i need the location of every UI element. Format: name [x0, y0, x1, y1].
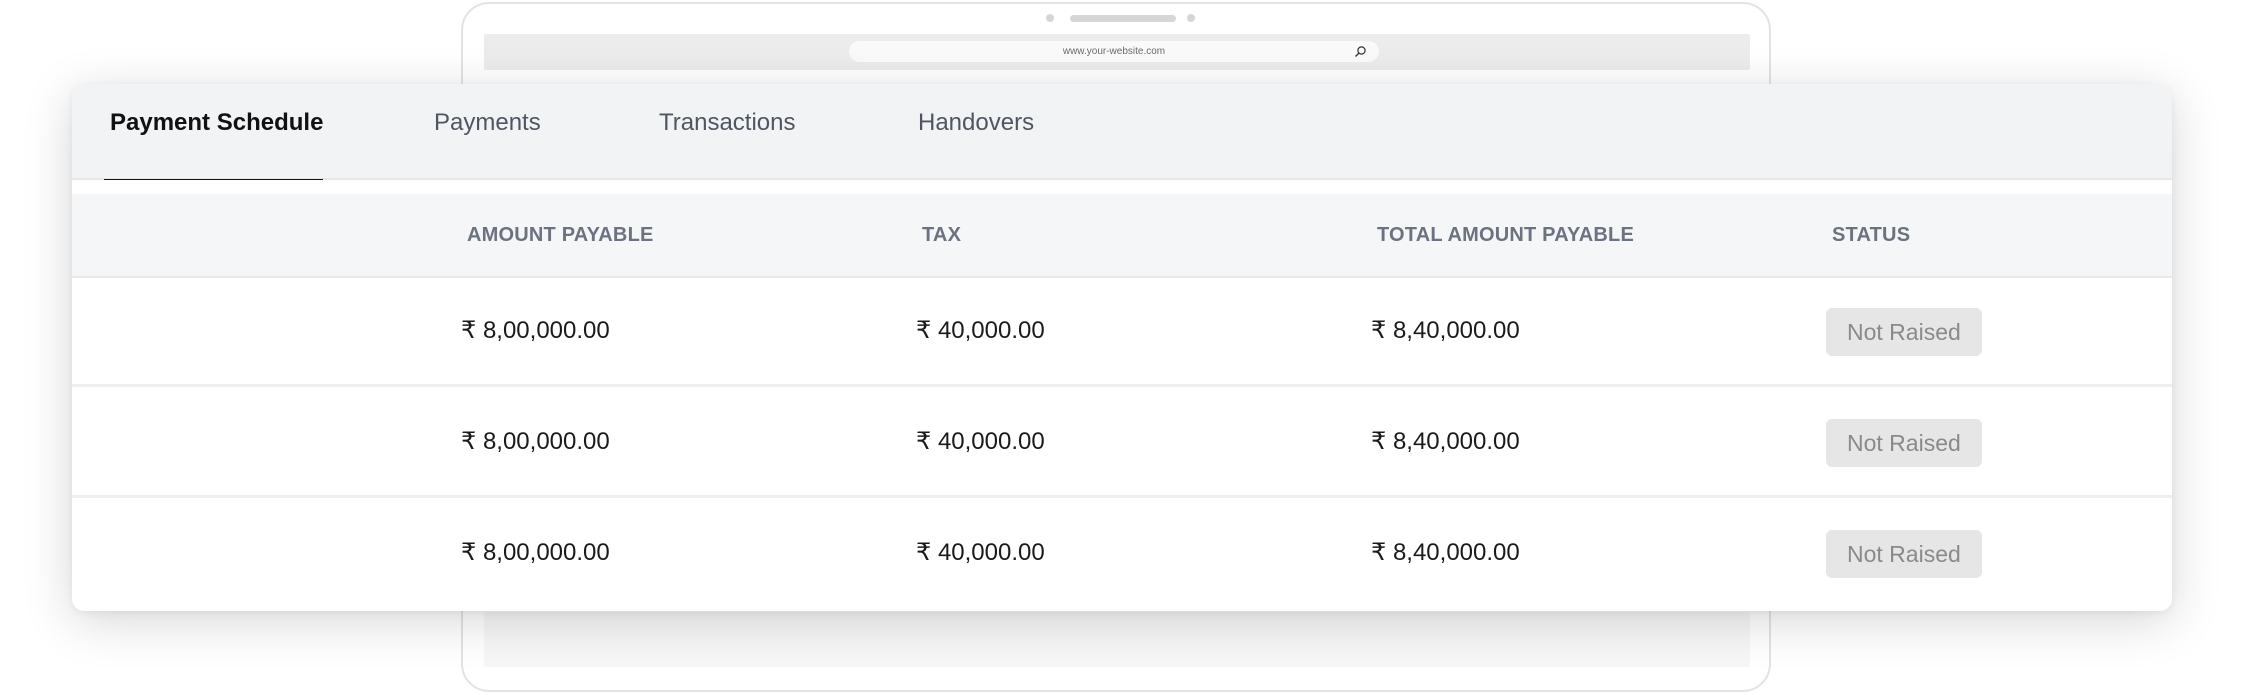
total-amount-cell: ₹ 8,40,000.00 [1371, 428, 1520, 455]
table-row: ₹ 8,00,000.00 ₹ 40,000.00 ₹ 8,40,000.00 … [72, 500, 2172, 609]
column-header-total-amount-payable: TOTAL AMOUNT PAYABLE [1377, 224, 1634, 246]
amount-payable-cell: ₹ 8,00,000.00 [461, 317, 610, 344]
column-header-amount-payable: AMOUNT PAYABLE [467, 224, 654, 246]
tax-cell: ₹ 40,000.00 [916, 317, 1045, 344]
browser-toolbar: www.your-website.com [484, 34, 1750, 70]
status-badge: Not Raised [1826, 530, 1982, 578]
divider-band [72, 180, 2172, 194]
table-row: ₹ 8,00,000.00 ₹ 40,000.00 ₹ 8,40,000.00 … [72, 278, 2172, 387]
address-bar[interactable]: www.your-website.com [849, 41, 1379, 62]
table-header: AMOUNT PAYABLE TAX TOTAL AMOUNT PAYABLE … [72, 194, 2172, 278]
sensor-dot [1187, 14, 1195, 22]
search-icon[interactable] [1354, 45, 1367, 58]
total-amount-cell: ₹ 8,40,000.00 [1371, 317, 1520, 344]
tax-cell: ₹ 40,000.00 [916, 539, 1045, 566]
amount-payable-cell: ₹ 8,00,000.00 [461, 539, 610, 566]
total-amount-cell: ₹ 8,40,000.00 [1371, 539, 1520, 566]
tab-transactions[interactable]: Transactions [659, 84, 796, 180]
tab-payment-schedule[interactable]: Payment Schedule [103, 84, 324, 182]
status-badge: Not Raised [1826, 419, 1982, 467]
column-header-status: STATUS [1832, 224, 1911, 246]
tab-handovers[interactable]: Handovers [918, 84, 1034, 180]
status-badge: Not Raised [1826, 308, 1982, 356]
tab-bar: Payment Schedule Payments Transactions H… [72, 84, 2172, 182]
column-header-tax: TAX [922, 224, 962, 246]
tab-payments[interactable]: Payments [434, 84, 541, 180]
table-row: ₹ 8,00,000.00 ₹ 40,000.00 ₹ 8,40,000.00 … [72, 389, 2172, 498]
browser-content-placeholder [484, 612, 1750, 667]
camera-dot [1046, 14, 1054, 22]
address-bar-url: www.your-website.com [1062, 46, 1166, 57]
amount-payable-cell: ₹ 8,00,000.00 [461, 428, 610, 455]
speaker-pill [1070, 15, 1176, 22]
payment-card: Payment Schedule Payments Transactions H… [72, 84, 2172, 611]
tax-cell: ₹ 40,000.00 [916, 428, 1045, 455]
